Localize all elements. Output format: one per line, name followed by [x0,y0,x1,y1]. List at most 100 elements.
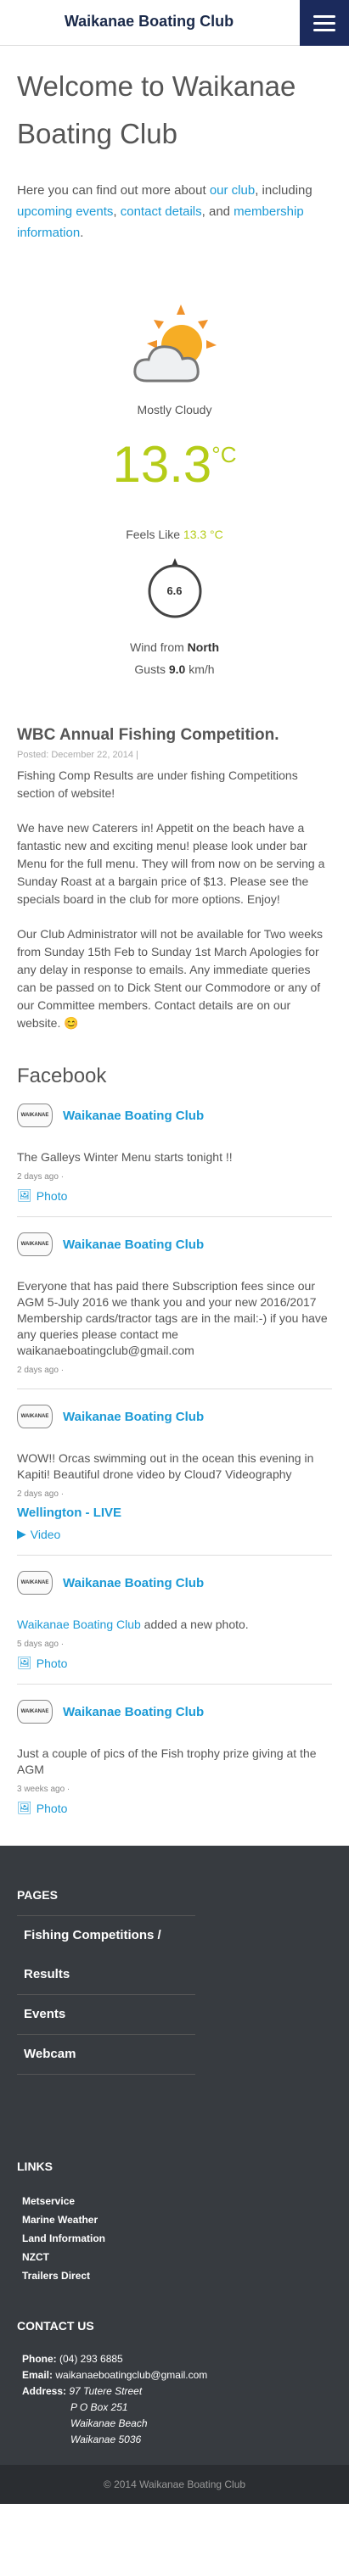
contact-details-link[interactable]: contact details [121,204,202,219]
gusts-value: 9.0 [168,662,186,676]
facebook-post-text: Just a couple of pics of the Fish trophy… [17,1746,317,1776]
hamburger-icon-bar [313,14,335,18]
facebook-post-time[interactable]: 2 days ago · [17,1172,332,1182]
hamburger-icon-bar [313,21,335,25]
our-club-link[interactable]: our club [210,183,255,198]
facebook-photo-label: Photo [36,1188,68,1203]
footer-page-link[interactable]: Events [17,1995,195,2035]
post-paragraph: We have new Caterers in! Appetit on the … [17,821,325,906]
post-body: Fishing Comp Results are under fishing C… [17,767,332,1032]
facebook-feed: WAIKANAE Waikanae Boating Club The Galle… [17,1088,332,1829]
feels-like-label: Feels Like [126,528,183,541]
gusts-unit: km/h [185,662,215,676]
post-meta: Posted: December 22, 2014 | [17,750,138,760]
facebook-photo-label: Photo [36,1656,68,1670]
address-line: Waikanae 5036 [70,2434,142,2445]
intro-text-part: Here you can find out more about [17,183,210,198]
post-paragraph: Our Club Administrator will not be avail… [17,927,324,1030]
temperature-unit: °C [211,442,237,467]
hamburger-icon-bar [313,28,335,31]
facebook-post: WAIKANAE Waikanae Boating Club WOW!! Orc… [17,1389,332,1556]
club-logo: WAIKANAE [17,1232,53,1256]
facebook-post-time[interactable]: 5 days ago · [17,1640,332,1649]
facebook-post-text: WOW!! Orcas swimming out in the ocean th… [17,1451,314,1481]
site-title[interactable]: Waikanae Boating Club [0,0,298,42]
gusts-label: Gusts [134,662,169,676]
intro-text: Here you can find out more about our clu… [17,180,332,243]
hamburger-menu-button[interactable] [300,0,349,46]
footer-external-link[interactable]: NZCT [22,2248,332,2266]
upcoming-events-link[interactable]: upcoming events [17,204,113,219]
footer-page-link[interactable]: Fishing Competitions / Results [17,1916,195,1995]
page-title: Welcome to Waikanae Boating Club [17,70,296,149]
temperature: 13.3°C [17,435,332,494]
facebook-post-text: Waikanae Boating Club added a new photo. [17,1617,332,1633]
facebook-photo-link[interactable]: 🖼 Photo [17,1656,332,1670]
facebook-post-time[interactable]: 2 days ago · [17,1366,332,1375]
pages-menu: Fishing Competitions / Results Events We… [17,1915,195,2075]
contact-heading: CONTACT US [17,2319,94,2333]
footer-external-link[interactable]: Marine Weather [22,2210,332,2229]
club-logo: WAIKANAE [17,1104,53,1127]
facebook-post-text: Everyone that has paid there Subscriptio… [17,1279,328,1357]
facebook-page-link[interactable]: Waikanae Boating Club [63,1238,204,1252]
club-logo: WAIKANAE [17,1571,53,1595]
facebook-page-link[interactable]: Waikanae Boating Club [63,1576,204,1590]
footer-external-link[interactable]: Land Information [22,2229,332,2248]
photo-icon: 🖼 [17,1801,32,1814]
email-label: Email: [22,2369,53,2381]
wind-direction: North [187,640,219,654]
post-title[interactable]: WBC Annual Fishing Competition. [17,726,332,745]
email-address[interactable]: waikanaeboatingclub@gmail.com [53,2369,207,2381]
facebook-photo-label: Photo [36,1801,68,1815]
facebook-photo-link[interactable]: 🖼 Photo [17,1188,332,1203]
wind-speed: 6.6 [166,584,183,597]
club-logo: WAIKANAE [17,1700,53,1724]
facebook-post: WAIKANAE Waikanae Boating Club Waikanae … [17,1556,332,1685]
footer-external-link[interactable]: Trailers Direct [22,2266,332,2285]
weather-condition: Mostly Cloudy [137,403,212,416]
phone-number: (04) 293 6885 [56,2353,123,2365]
facebook-video-link[interactable]: ▶ Video [17,1527,332,1541]
facebook-page-link[interactable]: Waikanae Boating Club [63,1410,204,1424]
facebook-video-label: Video [30,1527,61,1541]
main-content: Welcome to Waikanae Boating Club Here yo… [0,63,349,1829]
facebook-post-time[interactable]: 2 days ago · [17,1489,332,1499]
intro-text-part: , [113,204,121,219]
pages-heading: PAGES [17,1888,58,1902]
address-label: Address: [22,2385,67,2397]
facebook-page-link[interactable]: Waikanae Boating Club [63,1705,204,1719]
links-list: Metservice Marine Weather Land Informati… [17,2192,332,2285]
partly-cloudy-icon [128,303,222,388]
temperature-value: 13.3 [112,436,212,493]
intro-text-part: , and [201,204,234,219]
intro-text-part: , including [255,183,312,198]
facebook-page-inline-link[interactable]: Waikanae Boating Club [17,1618,141,1631]
facebook-photo-link[interactable]: 🖼 Photo [17,1801,332,1815]
facebook-location-link[interactable]: Wellington - LIVE [17,1506,332,1520]
facebook-post: WAIKANAE Waikanae Boating Club Everyone … [17,1217,332,1389]
footer-page-link[interactable]: Webcam [17,2035,195,2075]
address-line: Waikanae Beach [70,2417,148,2429]
video-icon: ▶ [17,1527,26,1540]
wind-info: Wind from North Gusts 9.0 km/h [17,636,332,680]
facebook-heading: Facebook [17,1064,107,1087]
links-heading: LINKS [17,2160,53,2173]
blog-post: WBC Annual Fishing Competition. Posted: … [17,726,332,1032]
site-header: Waikanae Boating Club [0,0,349,46]
address-line: P O Box 251 [70,2401,128,2413]
facebook-page-link[interactable]: Waikanae Boating Club [63,1109,204,1123]
facebook-post-text: The Galleys Winter Menu starts tonight !… [17,1150,233,1164]
site-footer: PAGES Fishing Competitions / Results Eve… [0,1846,349,2465]
post-paragraph: Fishing Comp Results are under fishing C… [17,768,298,800]
photo-icon: 🖼 [17,1188,32,1202]
photo-icon: 🖼 [17,1656,32,1669]
facebook-post-time[interactable]: 3 weeks ago · [17,1785,332,1794]
contact-info: Phone: (04) 293 6885 Email: waikanaeboat… [17,2351,332,2448]
club-logo: WAIKANAE [17,1405,53,1428]
facebook-post: WAIKANAE Waikanae Boating Club Just a co… [17,1685,332,1829]
feels-like: Feels Like 13.3 °C [17,528,332,541]
wind-from-label: Wind from [129,640,188,654]
copyright: © 2014 Waikanae Boating Club [0,2465,349,2504]
footer-external-link[interactable]: Metservice [22,2192,332,2210]
